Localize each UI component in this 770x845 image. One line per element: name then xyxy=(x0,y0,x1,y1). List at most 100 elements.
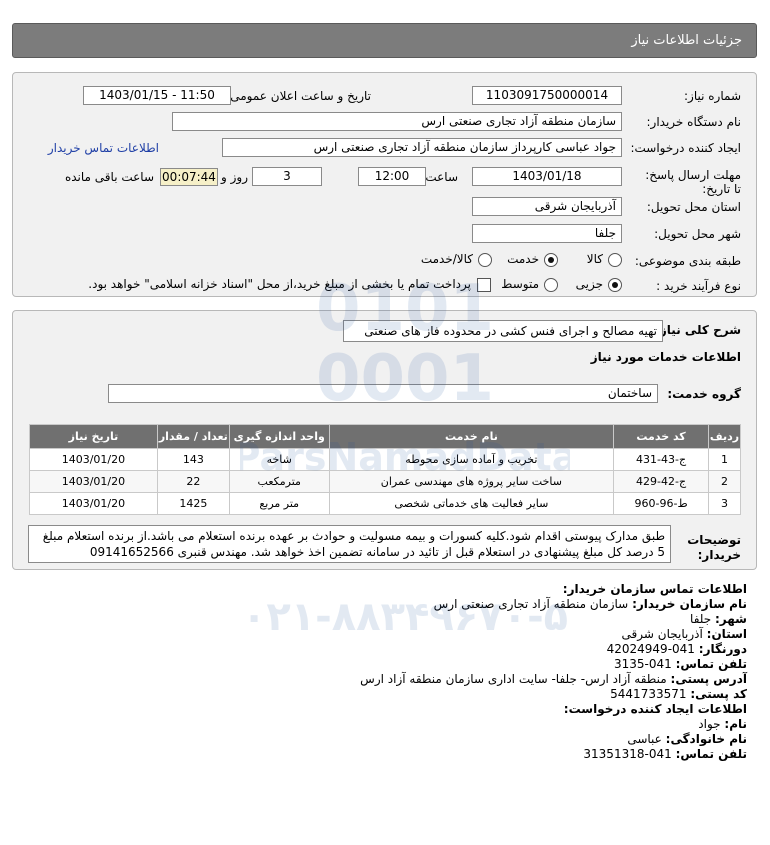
contact-line-label: شهر: xyxy=(715,612,747,626)
contact-line-value: سازمان منطقه آزاد تجاری صنعتی ارس xyxy=(433,597,629,611)
contact-line-value: منطقه آزاد ارس- جلفا- سایت اداری سازمان … xyxy=(360,672,667,686)
buyer-contact-link[interactable]: اطلاعات تماس خریدار xyxy=(48,141,159,155)
category-radio-both[interactable] xyxy=(478,253,492,267)
creator-line: تلفن تماس: 041-31351318 xyxy=(583,747,747,761)
contact-line-label: کد پستی: xyxy=(690,687,747,701)
need-number-label: شماره نیاز: xyxy=(684,89,741,103)
city-field[interactable]: جلفا xyxy=(472,224,622,243)
category-label: طبقه بندی موضوعی: xyxy=(634,254,741,268)
cell-row: 2 xyxy=(708,470,741,493)
cell-qty: 143 xyxy=(156,448,230,471)
treasury-payment-note: پرداخت تمام یا بخشی از مبلغ خرید،از محل … xyxy=(88,277,471,291)
contact-line: شهر: جلفا xyxy=(690,612,747,626)
contact-heading: اطلاعات تماس سازمان خریدار: xyxy=(562,582,747,596)
cell-unit: مترمکعب xyxy=(228,470,330,493)
table-row: 1 ج-43-431 تخریب و آماده سازی محوطه شاخه… xyxy=(29,448,741,471)
province-label: استان محل تحویل: xyxy=(646,200,741,214)
contact-line: دورنگار: 041-42024949 xyxy=(607,642,747,656)
cell-date: 1403/01/20 xyxy=(29,492,158,515)
deadline-time-field[interactable]: 12:00 xyxy=(358,167,426,186)
cell-unit: شاخه xyxy=(228,448,330,471)
contact-line-value: آذربایجان شرقی xyxy=(621,627,703,641)
creator-line-label: نام: xyxy=(724,717,747,731)
treasury-payment-checkbox[interactable] xyxy=(477,278,491,292)
announce-label: تاریخ و ساعت اعلان عمومی: xyxy=(226,89,371,103)
contact-line-label: استان: xyxy=(706,627,747,641)
table-row: 2 ج-42-429 ساخت سایر پروژه های مهندسی عم… xyxy=(29,470,741,493)
deadline-date-field[interactable]: 1403/01/18 xyxy=(472,167,622,186)
days-field[interactable]: 3 xyxy=(252,167,322,186)
col-header-date: تاریخ نیاز xyxy=(29,424,158,449)
cell-row: 1 xyxy=(708,448,741,471)
contact-line-label: دورنگار: xyxy=(698,642,747,656)
creator-line-label: نام خانوادگی: xyxy=(665,732,747,746)
province-field[interactable]: آذربایجان شرقی xyxy=(472,197,622,216)
city-label: شهر محل تحویل: xyxy=(654,227,741,241)
process-radio-minor[interactable] xyxy=(608,278,622,292)
col-header-unit: واحد اندازه گیری xyxy=(228,424,330,449)
remaining-label: ساعت باقی مانده xyxy=(64,170,154,184)
contact-line-label: آدرس پستی: xyxy=(670,672,747,686)
deadline-label: مهلت ارسال پاسخ: تا تاریخ: xyxy=(645,168,741,196)
contact-line-label: نام سازمان خریدار: xyxy=(632,597,747,611)
category-option-both: کالا/خدمت xyxy=(420,252,473,266)
table-header-row: ردیف کد خدمت نام خدمت واحد اندازه گیری ت… xyxy=(29,424,741,449)
page-header: جزئیات اطلاعات نیاز xyxy=(12,23,757,58)
page-title: جزئیات اطلاعات نیاز xyxy=(631,33,742,48)
notes-label: توضیحات خریدار: xyxy=(687,533,741,562)
contact-line-value: 041-42024949 xyxy=(606,642,695,656)
category-option-goods: کالا xyxy=(586,252,603,266)
contact-line-value: 041-3135 xyxy=(613,657,672,671)
deadline-time-label: ساعت xyxy=(425,170,458,184)
services-heading: اطلاعات خدمات مورد نیاز xyxy=(590,350,741,364)
cell-unit: متر مربع xyxy=(228,492,330,515)
table-row: 3 ط-96-960 سایر فعالیت های خدماتی شخصی م… xyxy=(29,492,741,515)
contact-line: نام سازمان خریدار: سازمان منطقه آزاد تجا… xyxy=(434,597,747,611)
contact-line-value: جلفا xyxy=(690,612,712,626)
contact-section: اطلاعات تماس سازمان خریدار: نام سازمان خ… xyxy=(12,582,757,792)
contact-line-label: تلفن تماس: xyxy=(675,657,747,671)
service-group-field[interactable]: ساختمان xyxy=(108,384,658,403)
summary-label: شرح کلی نیاز: xyxy=(655,323,741,337)
buyer-org-label: نام دستگاه خریدار: xyxy=(646,115,742,129)
summary-field[interactable]: تهیه مصالح و اجرای فنس کشی در محدوده فاز… xyxy=(343,320,663,342)
col-header-name: نام خدمت xyxy=(328,424,615,449)
contact-line: آدرس پستی: منطقه آزاد ارس- جلفا- سایت اد… xyxy=(360,672,747,686)
cell-row: 3 xyxy=(708,492,741,515)
col-header-qty: تعداد / مقدار xyxy=(156,424,230,449)
creator-field[interactable]: جواد عباسی کارپرداز سازمان منطقه آزاد تج… xyxy=(222,138,622,157)
creator-line-value: جواد xyxy=(698,717,721,731)
col-header-row: ردیف xyxy=(708,424,741,449)
cell-name: سایر فعالیت های خدماتی شخصی xyxy=(328,492,615,515)
remaining-timer: 00:07:44 xyxy=(160,168,218,186)
services-table: ردیف کد خدمت نام خدمت واحد اندازه گیری ت… xyxy=(29,424,741,515)
process-radio-medium[interactable] xyxy=(544,278,558,292)
creator-heading: اطلاعات ایجاد کننده درخواست: xyxy=(563,702,747,716)
creator-line: نام خانوادگی: عباسی xyxy=(627,732,747,746)
col-header-code: کد خدمت xyxy=(613,424,710,449)
category-radio-goods[interactable] xyxy=(608,253,622,267)
creator-line-value: 041-31351318 xyxy=(583,747,672,761)
process-option-minor: جزیی xyxy=(575,277,603,291)
process-option-medium: متوسط xyxy=(501,277,539,291)
need-number-field[interactable]: 1103091750000014 xyxy=(472,86,622,105)
category-radio-service[interactable] xyxy=(544,253,558,267)
need-panel: شرح کلی نیاز: تهیه مصالح و اجرای فنس کشی… xyxy=(12,310,757,570)
cell-qty: 1425 xyxy=(156,492,230,515)
cell-code: ج-43-431 xyxy=(613,448,710,471)
buyer-org-field[interactable]: سازمان منطقه آزاد تجاری صنعتی ارس xyxy=(172,112,622,131)
details-panel: شماره نیاز: 1103091750000014 تاریخ و ساع… xyxy=(12,72,757,297)
service-group-label: گروه خدمت: xyxy=(667,387,741,401)
announce-field[interactable]: 1403/01/15 - 11:50 xyxy=(83,86,231,105)
creator-label: ایجاد کننده درخواست: xyxy=(630,141,741,155)
cell-name: تخریب و آماده سازی محوطه xyxy=(328,448,615,471)
cell-qty: 22 xyxy=(156,470,230,493)
days-label: روز و xyxy=(221,170,248,184)
cell-code: ط-96-960 xyxy=(613,492,710,515)
contact-line: کد پستی: 5441733571 xyxy=(610,687,747,701)
creator-line: نام: جواد xyxy=(698,717,747,731)
cell-name: ساخت سایر پروژه های مهندسی عمران xyxy=(328,470,615,493)
contact-line-value: 5441733571 xyxy=(610,687,687,701)
process-label: نوع فرآیند خرید : xyxy=(656,279,741,293)
notes-field[interactable]: طبق مدارک پیوستی اقدام شود.کلیه کسورات و… xyxy=(28,525,671,563)
